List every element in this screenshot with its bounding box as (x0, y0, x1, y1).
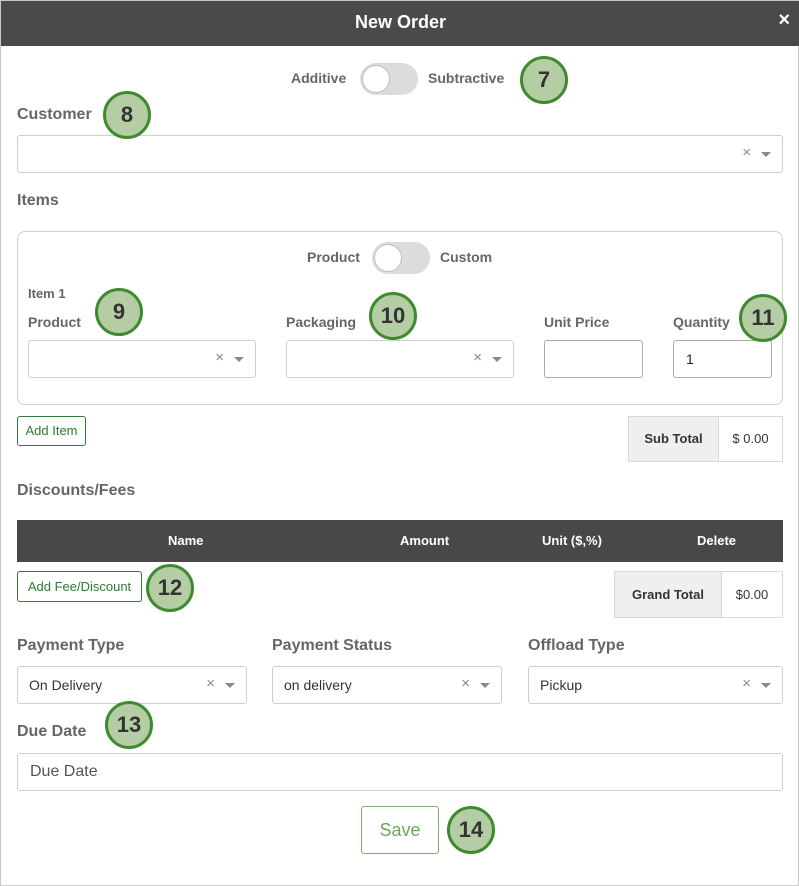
product-select[interactable]: × (28, 340, 256, 378)
payment-type-select[interactable]: On Delivery × (17, 666, 247, 704)
offload-type-value: Pickup (540, 677, 583, 693)
subtotal-box: Sub Total $ 0.00 (628, 416, 783, 462)
quantity-label: Quantity (673, 314, 730, 330)
payment-status-select[interactable]: on delivery × (272, 666, 502, 704)
grand-total-box: Grand Total $0.00 (614, 571, 783, 618)
clear-icon[interactable]: × (206, 675, 215, 692)
unit-price-input[interactable] (544, 340, 643, 378)
modal-title: New Order (354, 12, 447, 32)
quantity-value: 1 (686, 351, 694, 367)
callout-badge: 7 (520, 56, 568, 104)
new-order-modal: New Order × Additive Subtractive Custome… (0, 0, 799, 886)
modal-header: New Order × (1, 1, 799, 46)
column-amount: Amount (400, 533, 450, 548)
discounts-fees-label: Discounts/Fees (17, 482, 136, 499)
due-date-input[interactable]: Due Date (17, 753, 783, 791)
grand-total-value: $0.00 (735, 587, 769, 602)
product-type-label: Product (307, 249, 360, 265)
add-fee-discount-button[interactable]: Add Fee/Discount (17, 571, 142, 602)
save-button[interactable]: Save (361, 806, 439, 854)
callout-badge: 13 (105, 701, 153, 749)
callout-badge: 14 (447, 806, 495, 854)
clear-icon[interactable]: × (461, 675, 470, 692)
clear-icon[interactable]: × (473, 349, 482, 366)
fees-table-header: Name Amount Unit ($,%) Delete (17, 520, 783, 562)
callout-badge: 8 (103, 91, 151, 139)
subtractive-label: Subtractive (428, 70, 505, 86)
column-name: Name (168, 533, 204, 548)
packaging-label: Packaging (286, 314, 357, 330)
item-title: Item 1 (28, 286, 66, 301)
clear-icon[interactable]: × (742, 675, 751, 692)
customer-select[interactable]: × (17, 135, 783, 173)
subtotal-value: $ 0.00 (732, 431, 769, 446)
subtotal-label: Sub Total (629, 417, 719, 461)
column-delete: Delete (697, 533, 737, 548)
payment-status-value: on delivery (284, 677, 352, 693)
chevron-down-icon[interactable] (225, 683, 235, 688)
payment-type-label: Payment Type (17, 637, 125, 654)
additive-subtractive-toggle[interactable] (360, 63, 418, 95)
clear-icon[interactable]: × (742, 144, 751, 161)
column-unit: Unit ($,%) (542, 533, 602, 548)
chevron-down-icon[interactable] (492, 357, 502, 362)
customer-label: Customer (17, 106, 92, 123)
due-date-label: Due Date (17, 723, 87, 740)
chevron-down-icon[interactable] (761, 683, 771, 688)
toggle-knob (362, 65, 390, 93)
chevron-down-icon[interactable] (480, 683, 490, 688)
clear-icon[interactable]: × (215, 349, 224, 366)
items-label: Items (17, 192, 59, 209)
toggle-knob (374, 244, 402, 272)
payment-type-value: On Delivery (29, 677, 103, 693)
product-label: Product (28, 314, 81, 330)
due-date-placeholder: Due Date (30, 763, 98, 780)
offload-type-label: Offload Type (528, 637, 625, 654)
payment-status-label: Payment Status (272, 637, 393, 654)
custom-type-label: Custom (440, 249, 493, 265)
quantity-input[interactable]: 1 (673, 340, 772, 378)
product-custom-toggle[interactable] (372, 242, 430, 274)
callout-badge: 9 (95, 288, 143, 336)
chevron-down-icon[interactable] (761, 152, 771, 157)
unit-price-label: Unit Price (544, 314, 610, 330)
close-icon[interactable]: × (778, 9, 790, 31)
callout-badge: 10 (369, 292, 417, 340)
additive-label: Additive (291, 70, 347, 86)
chevron-down-icon[interactable] (234, 357, 244, 362)
offload-type-select[interactable]: Pickup × (528, 666, 783, 704)
callout-badge: 11 (739, 294, 787, 342)
callout-badge: 12 (146, 564, 194, 612)
grand-total-label: Grand Total (615, 572, 722, 617)
add-item-button[interactable]: Add Item (17, 416, 86, 446)
packaging-select[interactable]: × (286, 340, 514, 378)
